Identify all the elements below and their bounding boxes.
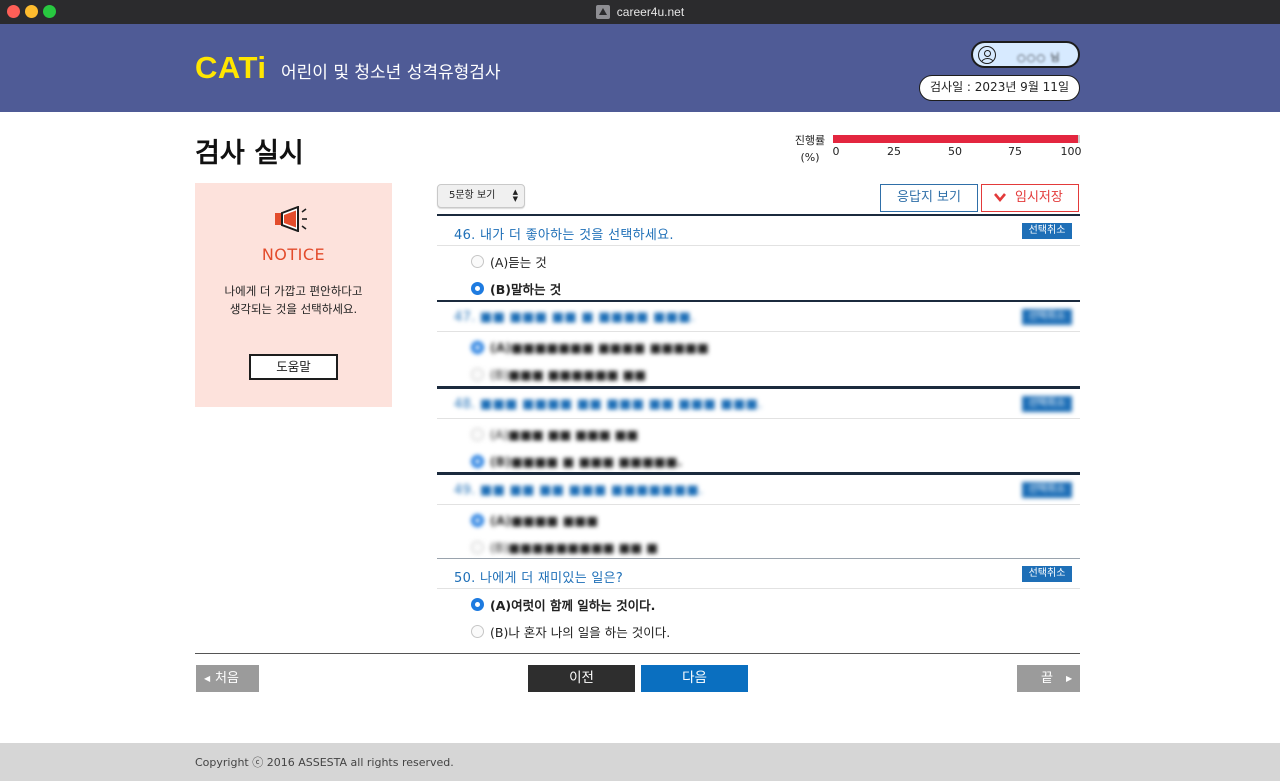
option-b[interactable]: (B)■■■ ■■■■■■ ■■	[471, 365, 646, 383]
question-header: 46. 내가 더 좋아하는 것을 선택하세요. 선택취소	[437, 216, 1080, 246]
progress-bar-fill	[833, 135, 1078, 143]
user-badge[interactable]: ○○○ 님	[971, 41, 1080, 68]
page-title: 검사 실시	[195, 138, 304, 169]
answer-sheet-button[interactable]: 응답지 보기	[880, 184, 978, 212]
question-47: 47. ■■ ■■■ ■■ ■ ■■■■ ■■■. 선택취소 (A)■■■■■■…	[437, 300, 1080, 386]
browser-titlebar: career4u.net	[0, 0, 1280, 24]
clear-selection-button[interactable]: 선택취소	[1022, 396, 1072, 412]
arrow-right-icon: ▶	[1066, 674, 1073, 683]
notice-panel: NOTICE 나에게 더 가깝고 편안하다고 생각되는 것을 선택하세요. 도움…	[195, 183, 392, 407]
site-header: CATi 어린이 및 청소년 성격유형검사 ○○○ 님 검사일 : 2023년 …	[0, 24, 1280, 112]
progress-label-unit: (%)	[800, 151, 820, 164]
copyright-text: Copyright ⓒ 2016 ASSESTA all rights rese…	[195, 756, 454, 769]
option-b-label: (B)말하는 것	[490, 281, 562, 297]
option-a-label: (A)■■■■ ■■■	[490, 512, 599, 528]
radio-b[interactable]	[471, 454, 484, 468]
notice-text: 나에게 더 가깝고 편안하다고 생각되는 것을 선택하세요.	[195, 282, 392, 318]
temp-save-label: 임시저장	[1015, 190, 1063, 205]
notice-text-line2: 생각되는 것을 선택하세요.	[229, 302, 358, 316]
question-49: 49. ■■ ■■ ■■ ■■■ ■■■■■■■. 선택취소 (A)■■■■ ■…	[437, 472, 1080, 558]
option-b-label: (B)■■■■■■■■■ ■■ ■	[490, 539, 658, 555]
clear-selection-button[interactable]: 선택취소	[1022, 566, 1072, 582]
user-name: ○○○ 님	[1017, 53, 1061, 64]
option-a[interactable]: (A)듣는 것	[471, 252, 547, 270]
question-title: 50. 나에게 더 재미있는 일은?	[454, 571, 624, 586]
temp-save-button[interactable]: 임시저장	[981, 184, 1079, 212]
question-header: 50. 나에게 더 재미있는 일은? 선택취소	[437, 559, 1080, 589]
option-a-label: (A)■■■ ■■ ■■■ ■■	[490, 426, 639, 442]
first-page-button[interactable]: ◀ 처음	[196, 665, 259, 692]
items-per-page-select[interactable]: 5문항 보기 ▲ ▼	[437, 184, 525, 208]
help-button[interactable]: 도움말	[249, 354, 338, 380]
notice-text-line1: 나에게 더 가깝고 편안하다고	[224, 284, 363, 298]
progress-label-text: 진행률	[794, 134, 826, 147]
option-b-label: (B)■■■■ ■ ■■■ ■■■■■.	[490, 453, 683, 469]
progress-tick-0: 0	[832, 145, 840, 158]
radio-a[interactable]	[471, 254, 484, 268]
radio-a[interactable]	[471, 427, 484, 441]
user-avatar-icon	[978, 46, 996, 64]
option-b[interactable]: (B)■■■■ ■ ■■■ ■■■■■.	[471, 452, 682, 470]
question-header: 47. ■■ ■■■ ■■ ■ ■■■■ ■■■. 선택취소	[437, 302, 1080, 332]
option-a-label: (A)듣는 것	[490, 254, 547, 270]
prev-page-button[interactable]: 이전	[528, 665, 635, 692]
question-header: 48. ■■■ ■■■■ ■■ ■■■ ■■ ■■■ ■■■. 선택취소	[437, 389, 1080, 419]
notice-title: NOTICE	[261, 245, 326, 264]
chevron-down-icon	[994, 193, 1006, 203]
question-list: 46. 내가 더 좋아하는 것을 선택하세요. 선택취소 (A)듣는 것 (B)…	[437, 214, 1080, 644]
site-subtitle: 어린이 및 청소년 성격유형검사	[281, 63, 501, 83]
option-a[interactable]: (A)■■■ ■■ ■■■ ■■	[471, 425, 638, 443]
radio-a[interactable]	[471, 340, 484, 354]
address-bar[interactable]: career4u.net	[0, 0, 1280, 24]
nav-divider	[195, 653, 1080, 654]
question-title: 49. ■■ ■■ ■■ ■■■ ■■■■■■■.	[454, 483, 704, 498]
option-b-label: (B)나 혼자 나의 일을 하는 것이다.	[490, 624, 671, 640]
option-a[interactable]: (A)여럿이 함께 일하는 것이다.	[471, 595, 655, 613]
radio-b[interactable]	[471, 367, 484, 381]
radio-a[interactable]	[471, 597, 484, 611]
radio-a[interactable]	[471, 513, 484, 527]
radio-b[interactable]	[471, 624, 484, 638]
question-48: 48. ■■■ ■■■■ ■■ ■■■ ■■ ■■■ ■■■. 선택취소 (A)…	[437, 386, 1080, 472]
radio-b[interactable]	[471, 540, 484, 554]
last-page-button[interactable]: 끝 ▶	[1017, 665, 1080, 692]
question-header: 49. ■■ ■■ ■■ ■■■ ■■■■■■■. 선택취소	[437, 475, 1080, 505]
option-b[interactable]: (B)나 혼자 나의 일을 하는 것이다.	[471, 622, 670, 640]
option-a-label: (A)여럿이 함께 일하는 것이다.	[490, 597, 656, 613]
question-title: 48. ■■■ ■■■■ ■■ ■■■ ■■ ■■■ ■■■.	[454, 397, 763, 412]
clear-selection-button[interactable]: 선택취소	[1022, 223, 1072, 239]
site-favicon-icon	[595, 5, 610, 19]
clear-selection-button[interactable]: 선택취소	[1022, 309, 1072, 325]
question-title: 47. ■■ ■■■ ■■ ■ ■■■■ ■■■.	[454, 310, 696, 325]
first-page-label: 처음	[215, 671, 239, 686]
progress-tick-25: 25	[887, 145, 901, 158]
radio-b[interactable]	[471, 281, 484, 295]
progress-tick-75: 75	[1008, 145, 1022, 158]
progress-bar	[833, 135, 1080, 143]
progress-tick-100: 100	[1060, 145, 1082, 158]
option-b[interactable]: (B)말하는 것	[471, 279, 561, 297]
progress-tick-50: 50	[948, 145, 962, 158]
question-50: 50. 나에게 더 재미있는 일은? 선택취소 (A)여럿이 함께 일하는 것이…	[437, 558, 1080, 644]
question-46: 46. 내가 더 좋아하는 것을 선택하세요. 선택취소 (A)듣는 것 (B)…	[437, 214, 1080, 300]
megaphone-icon	[275, 206, 307, 232]
next-page-button[interactable]: 다음	[641, 665, 748, 692]
select-arrows-icon: ▲ ▼	[512, 188, 518, 203]
url-text: career4u.net	[616, 5, 685, 19]
option-a-label: (A)■■■■■■■ ■■■■ ■■■■■	[490, 339, 709, 355]
site-footer: Copyright ⓒ 2016 ASSESTA all rights rese…	[0, 743, 1280, 781]
option-b-label: (B)■■■ ■■■■■■ ■■	[490, 366, 647, 382]
test-date-badge: 검사일 : 2023년 9월 11일	[919, 75, 1080, 101]
question-title: 46. 내가 더 좋아하는 것을 선택하세요.	[454, 228, 674, 243]
cati-logo[interactable]: CATi	[195, 50, 266, 86]
arrow-left-icon: ◀	[204, 674, 211, 683]
option-b[interactable]: (B)■■■■■■■■■ ■■ ■	[471, 538, 658, 556]
progress-ticks: 0 25 50 75 100	[832, 145, 1082, 159]
clear-selection-button[interactable]: 선택취소	[1022, 482, 1072, 498]
option-a[interactable]: (A)■■■■■■■ ■■■■ ■■■■■	[471, 338, 709, 356]
items-per-page-value: 5문항 보기	[449, 190, 496, 201]
progress-label: 진행률 (%)	[790, 132, 830, 166]
last-page-label: 끝	[1041, 671, 1053, 686]
option-a[interactable]: (A)■■■■ ■■■	[471, 511, 598, 529]
